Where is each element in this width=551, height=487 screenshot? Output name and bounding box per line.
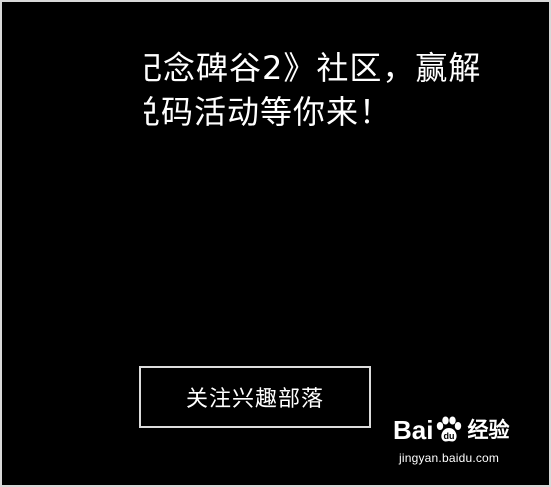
watermark-brand-bai: Bai (393, 415, 434, 445)
promo-text: 纪念碑谷2》社区，赢解 兑码活动等你来！ (144, 46, 504, 134)
watermark-logo-row: Bai du 经验 (393, 413, 509, 447)
baidu-jingyan-watermark: Bai du 经验 jingyan.baidu.com (393, 411, 521, 471)
watermark-brand-jingyan: 经验 (467, 418, 510, 442)
promo-line-2: 兑码活动等你来！ (144, 93, 393, 131)
promo-line-1: 纪念碑谷2》社区，赢解 (144, 49, 482, 87)
watermark-url: jingyan.baidu.com (399, 451, 500, 465)
app-screen: 纪念碑谷2》社区，赢解 兑码活动等你来！ 关注兴趣部落 Bai du 经验 ji… (0, 0, 551, 487)
baidu-paw-icon: du (437, 416, 462, 442)
svg-text:du: du (444, 431, 455, 441)
follow-tribe-button[interactable]: 关注兴趣部落 (139, 366, 371, 428)
